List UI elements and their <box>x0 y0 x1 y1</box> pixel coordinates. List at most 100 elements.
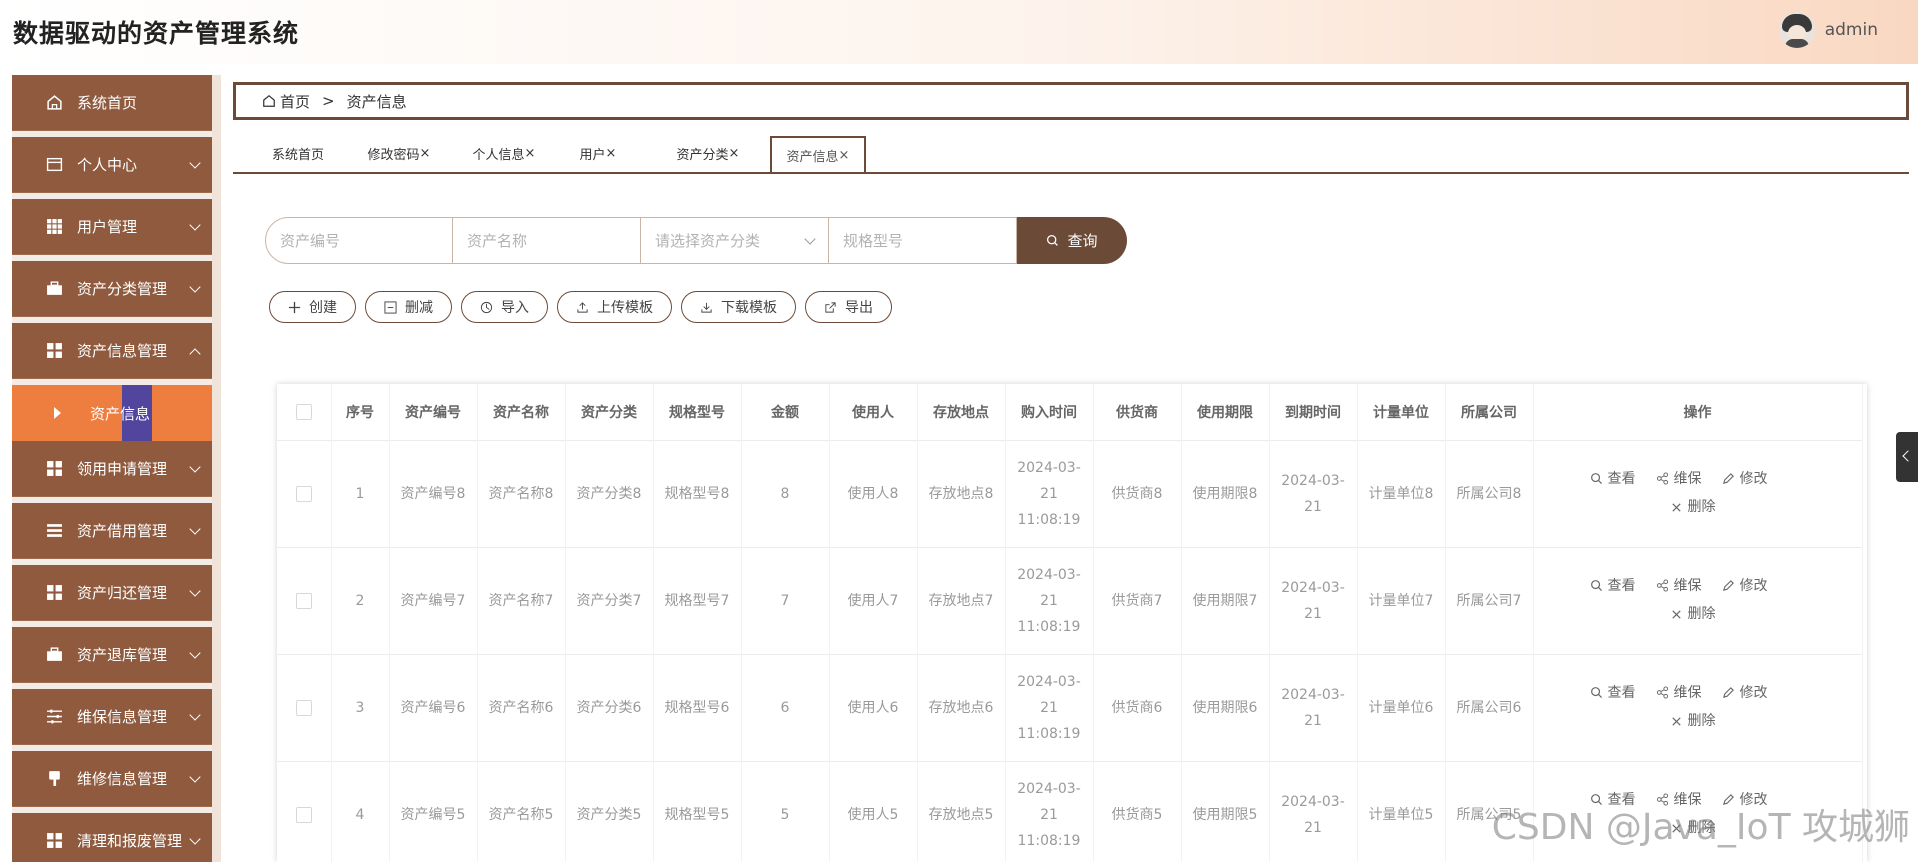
tab-label: 资产信息 <box>786 149 839 165</box>
cell-supplier: 供货商6 <box>1093 654 1182 762</box>
view-button[interactable]: 查看 <box>1590 573 1636 599</box>
cell-supplier: 供货商8 <box>1093 440 1182 548</box>
tab-label: 资产分类 <box>676 147 729 163</box>
column-header: 购入时间 <box>1005 384 1094 441</box>
edit-button[interactable]: 修改 <box>1722 680 1768 706</box>
cell-name: 资产名称6 <box>477 654 566 762</box>
breadcrumb-home[interactable]: 首页 <box>262 91 310 112</box>
cell-user: 使用人7 <box>829 547 918 655</box>
export-button[interactable]: 导出 <box>805 291 892 323</box>
column-header: 操作 <box>1533 384 1863 441</box>
sidebar-item-8[interactable]: 资产归还管理 <box>12 565 221 621</box>
sidebar-item-2[interactable]: 个人中心 <box>12 137 221 193</box>
cell-expire: 2024-03-21 <box>1269 547 1358 655</box>
row-checkbox-cell[interactable] <box>277 761 332 862</box>
table-row[interactable]: 3 资产编号6 资产名称6 资产分类6 规格型号6 6 使用人6 存放地点6 2024-03-2… <box>277 654 1863 762</box>
import-button[interactable]: 导入 <box>461 291 548 323</box>
row-checkbox[interactable] <box>295 700 312 716</box>
row-checkbox[interactable] <box>295 593 312 609</box>
delete-row-button[interactable]: 删除 <box>1670 601 1716 627</box>
breadcrumb-separator: > <box>322 92 335 110</box>
sidebar-item-9[interactable]: 资产退库管理 <box>12 627 221 683</box>
sidebar-item-6[interactable]: 领用申请管理 <box>12 441 221 497</box>
row-checkbox-cell[interactable] <box>277 654 332 762</box>
sidebar-subitem-asset-info[interactable]: 资产信息 <box>12 385 221 441</box>
maintain-button[interactable]: 维保 <box>1656 466 1702 492</box>
asset-category-select[interactable]: 请选择资产分类 <box>641 217 829 264</box>
collapse-handle[interactable] <box>1896 432 1918 482</box>
cell-amount: 5 <box>741 761 830 862</box>
cell-location: 存放地点5 <box>917 761 1006 862</box>
tiles-icon <box>45 460 63 478</box>
cell-purchase: 2024-03-21 11:08:19 <box>1005 440 1094 548</box>
upload-template-button[interactable]: 上传模板 <box>557 291 672 323</box>
table-row[interactable]: 2 资产编号7 资产名称7 资产分类7 规格型号7 7 使用人7 存放地点7 2024-03-2… <box>277 547 1863 655</box>
import-icon <box>480 301 493 313</box>
model-input[interactable]: 规格型号 <box>829 217 1017 264</box>
delete-button[interactable]: 删减 <box>365 291 452 323</box>
row-checkbox[interactable] <box>295 807 312 823</box>
close-icon[interactable]: × <box>839 148 850 163</box>
search-icon <box>1590 472 1603 485</box>
tab-3[interactable]: 个人信息 × <box>458 137 550 169</box>
row-checkbox[interactable] <box>295 486 312 502</box>
download-template-button[interactable]: 下载模板 <box>681 291 796 323</box>
delete-row-button[interactable]: 删除 <box>1670 708 1716 734</box>
tab-4[interactable]: 用户 × <box>558 137 638 169</box>
maintain-button[interactable]: 维保 <box>1656 680 1702 706</box>
cell-user: 使用人6 <box>829 654 918 762</box>
view-button[interactable]: 查看 <box>1590 680 1636 706</box>
edit-button[interactable]: 修改 <box>1722 573 1768 599</box>
tab-5[interactable]: 资产分类 × <box>658 137 758 169</box>
close-icon[interactable]: × <box>729 146 740 161</box>
download-icon <box>701 302 712 313</box>
tab-1[interactable]: 系统首页 <box>253 137 343 169</box>
close-icon[interactable]: × <box>420 146 431 161</box>
sidebar-item-label: 个人中心 <box>77 156 138 174</box>
sidebar-item-7[interactable]: 资产借用管理 <box>12 503 221 559</box>
edit-button[interactable]: 修改 <box>1722 466 1768 492</box>
cell-term: 使用期限5 <box>1181 761 1270 862</box>
sidebar-item-label: 维保信息管理 <box>77 708 168 726</box>
sidebar-item-label: 资产退库管理 <box>77 646 168 664</box>
sidebar-scrollbar[interactable] <box>212 75 221 862</box>
chevron-down-icon <box>189 157 201 169</box>
sidebar-item-1[interactable]: 系统首页 <box>12 75 221 131</box>
select-all-checkbox[interactable] <box>295 404 312 420</box>
avatar[interactable] <box>1778 12 1815 48</box>
column-header: 计量单位 <box>1357 384 1446 441</box>
close-icon[interactable]: × <box>525 146 536 161</box>
row-checkbox-cell[interactable] <box>277 440 332 548</box>
cell-model: 规格型号6 <box>653 654 742 762</box>
table-row[interactable]: 1 资产编号8 资产名称8 资产分类8 规格型号8 8 使用人8 存放地点8 2024-03-2… <box>277 440 1863 548</box>
sidebar-item-11[interactable]: 维修信息管理 <box>12 751 221 807</box>
sidebar-item-3[interactable]: 用户管理 <box>12 199 221 255</box>
select-all-checkbox-cell[interactable] <box>277 384 332 441</box>
sidebar-item-12[interactable]: 清理和报废管理 <box>12 813 221 862</box>
sidebar-item-label: 资产借用管理 <box>77 522 168 540</box>
column-header: 所属公司 <box>1445 384 1534 441</box>
tab-2[interactable]: 修改密码 × <box>353 137 445 169</box>
search-button[interactable]: 查询 <box>1017 217 1127 264</box>
asset-code-input[interactable]: 资产编号 <box>265 217 453 264</box>
row-checkbox-cell[interactable] <box>277 547 332 655</box>
delete-row-button[interactable]: 删除 <box>1670 494 1716 520</box>
tab-label: 系统首页 <box>271 147 324 163</box>
tab-6[interactable]: 资产信息 × <box>770 136 866 172</box>
create-button[interactable]: 创建 <box>269 291 356 323</box>
user-menu[interactable]: admin <box>1778 12 1878 48</box>
column-header: 资产编号 <box>389 384 478 441</box>
cell-name: 资产名称5 <box>477 761 566 862</box>
close-icon[interactable]: × <box>606 146 617 161</box>
asset-name-input[interactable]: 资产名称 <box>453 217 641 264</box>
maintain-button[interactable]: 维保 <box>1656 573 1702 599</box>
cell-amount: 8 <box>741 440 830 548</box>
sidebar-item-5[interactable]: 资产信息管理 <box>12 323 221 379</box>
view-button[interactable]: 查看 <box>1590 466 1636 492</box>
sidebar-item-10[interactable]: 维保信息管理 <box>12 689 221 745</box>
cell-category: 资产分类8 <box>565 440 654 548</box>
id-card-icon <box>45 156 63 174</box>
tab-bar: 系统首页 修改密码 × 个人信息 × 用户 × 资产分类 × 资产信息 × <box>233 134 1909 174</box>
sidebar-item-4[interactable]: 资产分类管理 <box>12 261 221 317</box>
asset-table: 序号 资产编号 资产名称 资产分类 规格型号 金额 使用人 存放地点 购入时间 供货商 使用期限 到期… <box>277 384 1867 862</box>
